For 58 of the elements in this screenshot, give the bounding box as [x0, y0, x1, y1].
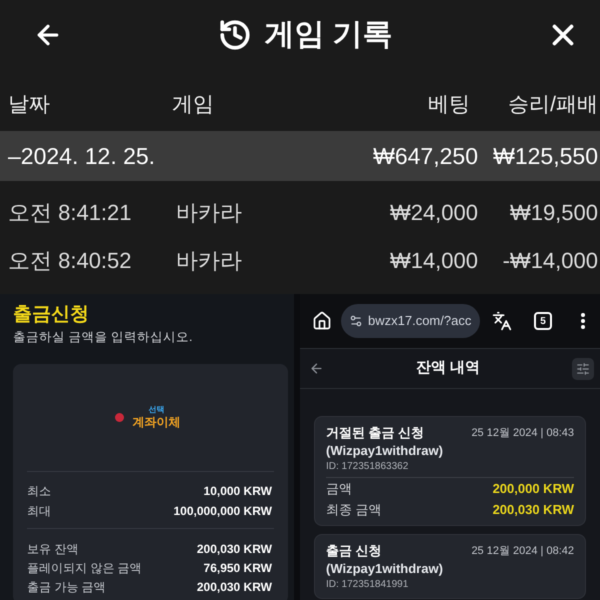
panel-title: 출금신청 [13, 303, 89, 327]
balance-label: 플레이되지 않은 금액 [27, 560, 142, 576]
address-bar[interactable]: bwzx17.com/?acc [341, 304, 480, 338]
transaction-title: 출금 신청 [326, 542, 382, 560]
method-name: 계좌이체 [132, 415, 180, 430]
transaction-date: 25 12월 2024 | 08:43 [471, 426, 574, 441]
method-caption: 선택 [148, 405, 164, 415]
translate-button[interactable] [490, 309, 514, 333]
payment-method: (Wizpay1withdraw) [326, 560, 443, 577]
transaction-card[interactable]: 거절된 출금 신청 25 12월 2024 | 08:43 (Wizpay1withdraw) ID: 172351863362 금액 200,000 KRW 최종 금액 200,030 KRW [314, 416, 586, 526]
time-text: 오전 8:40:52 [8, 246, 132, 274]
panel-subtitle: 출금하실 금액을 입력하십시오. [13, 329, 192, 346]
transaction-title: 거절된 출금 신청 [326, 424, 424, 442]
limit-value: 100,000,000 KRW [173, 503, 273, 520]
balance-value: 200,030 KRW [196, 578, 273, 596]
transaction-date: 25 12월 2024 | 08:42 [471, 544, 574, 559]
game-name: 바카라 [175, 246, 242, 274]
tab-count-button[interactable]: 5 [534, 312, 552, 330]
bet-total: ₩647,250 [373, 142, 478, 171]
bet-amount: ₩24,000 [390, 198, 478, 226]
page-title: 잔액 내역 [414, 358, 482, 378]
result-total: ₩125,550 [493, 142, 598, 171]
column-header: 날짜 [8, 92, 50, 118]
time-text: 오전 8:41:21 [8, 198, 132, 226]
limit-label: 최대 [27, 503, 51, 520]
limit-label: 최소 [27, 483, 51, 500]
date-text: –2024. 12. 25. [8, 142, 156, 171]
history-icon [218, 18, 252, 52]
balance-label: 출금 가능 금액 [27, 578, 106, 596]
filter-icon [576, 362, 590, 376]
amount-value: 200,000 KRW [492, 480, 574, 498]
transaction-id: ID: 172351841991 [326, 578, 408, 592]
page-title: 게임 기록 [264, 17, 393, 53]
result-amount: ₩19,500 [510, 198, 598, 226]
column-header: 게임 [172, 92, 214, 118]
result-amount: -₩14,000 [502, 246, 598, 274]
balance-value: 76,950 KRW [204, 560, 273, 576]
column-header: 베팅 [428, 92, 471, 118]
transaction-id: ID: 172351863362 [326, 460, 408, 474]
home-icon [312, 311, 332, 331]
url-text: bwzx17.com/?acc [368, 312, 472, 330]
more-icon [581, 313, 585, 329]
filter-button[interactable] [572, 358, 594, 380]
amount-label: 금액 [326, 480, 352, 498]
date-group-row[interactable]: –2024. 12. 25. ₩647,250 ₩125,550 [0, 131, 600, 181]
column-header: 승리/패배 [508, 92, 598, 118]
transaction-card[interactable]: 출금 신청 25 12월 2024 | 08:42 (Wizpay1withdraw) ID: 172351841991 [314, 534, 586, 599]
balance-value: 200,030 KRW [196, 540, 273, 558]
limit-value: 10,000 KRW [204, 483, 273, 500]
emblem-icon [114, 413, 124, 422]
payment-method: (Wizpay1withdraw) [326, 442, 443, 459]
balance-label: 보유 잔액 [27, 540, 78, 558]
bet-amount: ₩14,000 [390, 246, 478, 274]
amount-label: 최종 금액 [326, 500, 382, 519]
translate-icon [492, 311, 512, 331]
amount-value: 200,030 KRW [492, 500, 574, 519]
game-name: 바카라 [175, 198, 242, 226]
site-settings-icon [349, 314, 363, 328]
